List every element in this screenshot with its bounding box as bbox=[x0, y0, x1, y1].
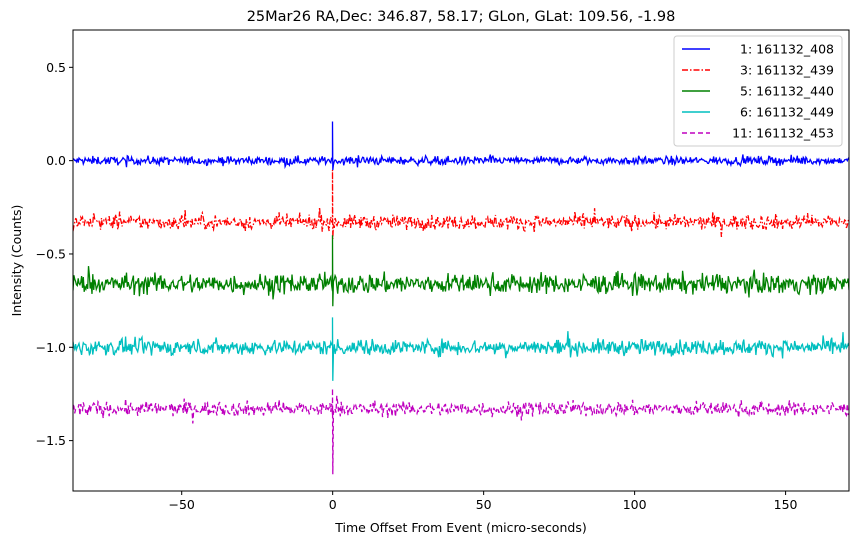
x-tick-label: 150 bbox=[774, 497, 798, 512]
y-tick-label: −1.0 bbox=[36, 340, 66, 355]
legend: 1: 161132_408 3: 161132_439 5: 161132_440 6… bbox=[673, 35, 843, 147]
line-chart: 25Mar26 RA,Dec: 346.87, 58.17; GLon, GLa… bbox=[9, 9, 850, 535]
y-axis-label: Intensity (Counts) bbox=[9, 205, 24, 317]
series-line-4 bbox=[73, 317, 849, 381]
y-axis: 0.5 0.0 −0.5 −1.0 −1.5 bbox=[36, 60, 73, 448]
x-tick-label: 100 bbox=[623, 497, 647, 512]
series-line-3 bbox=[73, 235, 849, 307]
x-tick-label: 50 bbox=[476, 497, 492, 512]
y-tick-label: −1.5 bbox=[36, 433, 66, 448]
legend-label: 1: 161132_408 bbox=[740, 42, 834, 57]
chart-title: 25Mar26 RA,Dec: 346.87, 58.17; GLon, GLa… bbox=[247, 9, 676, 25]
y-tick-label: 0.5 bbox=[46, 60, 66, 75]
x-tick-label: −50 bbox=[169, 497, 195, 512]
legend-label: 3: 161132_439 bbox=[740, 63, 834, 78]
x-tick-label: 0 bbox=[329, 497, 337, 512]
y-tick-label: −0.5 bbox=[36, 246, 66, 261]
x-axis: −50 0 50 100 150 bbox=[169, 491, 798, 512]
legend-label: 11: 161132_453 bbox=[732, 126, 834, 141]
x-axis-label: Time Offset From Event (micro-seconds) bbox=[334, 520, 586, 535]
series-line-2 bbox=[73, 169, 849, 240]
series-line-5 bbox=[73, 388, 849, 475]
legend-label: 5: 161132_440 bbox=[740, 84, 834, 99]
series-layer bbox=[73, 121, 849, 475]
y-tick-label: 0.0 bbox=[46, 153, 66, 168]
legend-label: 6: 161132_449 bbox=[740, 105, 834, 120]
